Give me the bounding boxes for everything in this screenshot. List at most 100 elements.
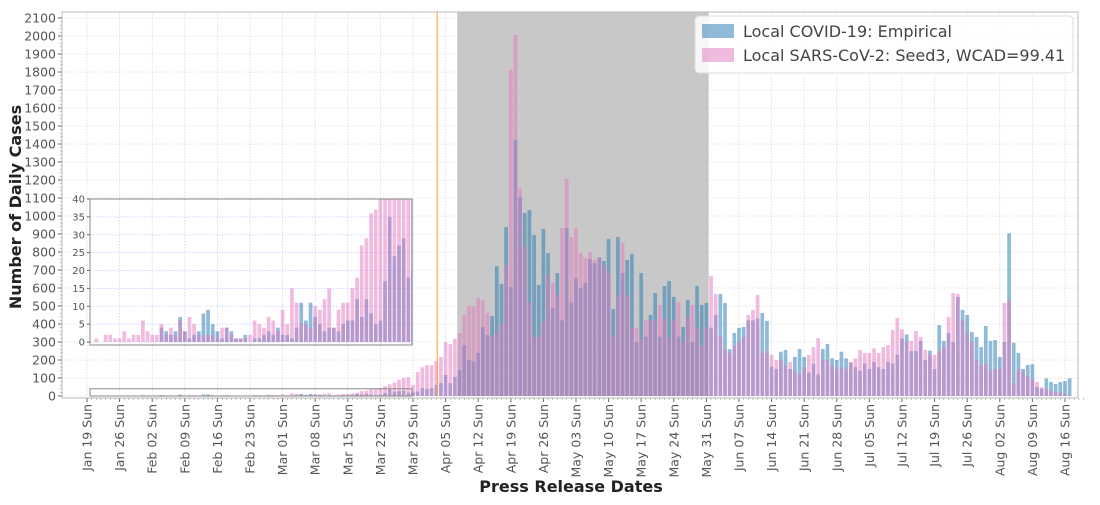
y-tick-label: 1400: [24, 137, 56, 152]
bar-simulated: [886, 345, 890, 396]
lockdown-shaded-region: [457, 12, 708, 396]
bar-simulated: [691, 305, 695, 396]
bar-simulated: [588, 252, 592, 396]
inset-bar-simulated: [216, 338, 220, 342]
bar-simulated: [383, 386, 387, 396]
y-tick-label: 600: [32, 281, 56, 296]
bar-simulated: [472, 306, 476, 396]
bar-simulated: [476, 298, 480, 396]
inset-bar-simulated: [374, 210, 378, 342]
inset-bar-simulated: [188, 317, 192, 342]
bar-simulated: [597, 258, 601, 396]
bar-simulated: [453, 339, 457, 396]
inset-bar-simulated: [164, 335, 168, 342]
bar-simulated: [490, 337, 494, 396]
inset-y-tick-label: 40: [72, 195, 85, 206]
bar-simulated: [532, 337, 536, 396]
bar-simulated: [723, 349, 727, 396]
inset-bar-simulated: [94, 338, 98, 342]
inset-zoom-indicator: [90, 389, 412, 396]
inset-bar-simulated: [136, 335, 140, 342]
bar-simulated: [658, 305, 662, 396]
bar-simulated: [923, 350, 927, 396]
bar-simulated: [812, 347, 816, 396]
bar-simulated: [565, 179, 569, 396]
bar-simulated: [556, 295, 560, 396]
bar-simulated: [979, 365, 983, 396]
inset-background: [90, 199, 412, 345]
bar-simulated: [1063, 394, 1067, 396]
bar-simulated: [719, 337, 723, 396]
inset-bar-simulated: [379, 197, 383, 342]
bar-simulated: [802, 367, 806, 396]
bar-simulated: [635, 328, 639, 396]
bar-simulated: [942, 347, 946, 396]
shaded-period: [457, 12, 708, 396]
bar-simulated: [909, 341, 913, 396]
bar-simulated: [579, 253, 583, 396]
bar-empirical: [1063, 381, 1067, 396]
bar-simulated: [905, 342, 909, 396]
bar-simulated: [705, 328, 709, 396]
inset-y-tick-label: 35: [72, 212, 85, 223]
bar-simulated: [574, 228, 578, 396]
bar-simulated: [891, 330, 895, 396]
inset-bar-simulated: [192, 324, 196, 342]
inset-bar-simulated: [234, 338, 238, 342]
inset-bar-simulated: [146, 331, 150, 342]
bar-simulated: [430, 365, 434, 396]
y-tick-label: 800: [32, 245, 56, 260]
inset-y-tick-label: 15: [72, 284, 85, 295]
inset-bar-simulated: [406, 197, 410, 342]
y-tick-label: 1300: [24, 155, 56, 170]
inset-y-tick-label: 30: [72, 230, 85, 241]
bar-simulated: [914, 331, 918, 396]
inset-bar-simulated: [206, 335, 210, 342]
inset-bar-simulated: [281, 310, 285, 342]
x-tick-label: Jun 14 Sun: [764, 404, 779, 472]
x-tick-label: Apr 05 Sun: [438, 404, 453, 473]
bar-simulated: [448, 344, 452, 396]
inset-bar-simulated: [360, 245, 364, 342]
bar-simulated: [509, 70, 513, 396]
bar-simulated: [998, 369, 1002, 396]
bar-simulated: [583, 258, 587, 396]
bar-simulated: [784, 365, 788, 396]
bar-simulated: [667, 338, 671, 396]
bar-simulated: [1040, 387, 1044, 396]
legend-swatch-simulated: [702, 48, 734, 62]
bar-simulated: [760, 353, 764, 396]
bar-simulated: [569, 237, 573, 396]
inset-y-tick-label: 5: [79, 320, 85, 331]
x-tick-label: Jul 26 Sun: [960, 404, 975, 468]
x-axis-label: Press Release Dates: [479, 477, 662, 496]
bar-simulated: [868, 353, 872, 396]
x-tick-label: Feb 09 Sun: [177, 404, 192, 474]
inset-bar-simulated: [197, 335, 201, 342]
bar-simulated: [965, 333, 969, 396]
x-tick-label: Jan 26 Sun: [112, 404, 127, 472]
y-tick-label: 1000: [24, 209, 56, 224]
x-tick-label: Feb 02 Sun: [145, 404, 160, 474]
bar-simulated: [1012, 383, 1016, 396]
y-tick-label: 1500: [24, 119, 56, 134]
x-tick-label: May 10 Sun: [601, 404, 616, 477]
y-tick-label: 1600: [24, 101, 56, 116]
bar-simulated: [425, 365, 429, 396]
inset-bar-simulated: [383, 197, 387, 342]
bar-simulated: [528, 302, 532, 396]
bar-simulated: [872, 348, 876, 396]
bar-simulated: [947, 317, 951, 396]
inset-bar-simulated: [253, 321, 257, 342]
inset-bar-simulated: [155, 335, 159, 342]
legend-label-simulated: Local SARS-CoV-2: Seed3, WCAD=99.41: [743, 46, 1065, 65]
bar-simulated: [663, 319, 667, 396]
bar-simulated: [900, 329, 904, 396]
bar-simulated: [672, 320, 676, 396]
bar-simulated: [993, 369, 997, 396]
bar-simulated: [858, 350, 862, 396]
bar-simulated: [840, 367, 844, 396]
bar-simulated: [388, 384, 392, 396]
bar-simulated: [467, 306, 471, 396]
bar-simulated: [807, 355, 811, 396]
